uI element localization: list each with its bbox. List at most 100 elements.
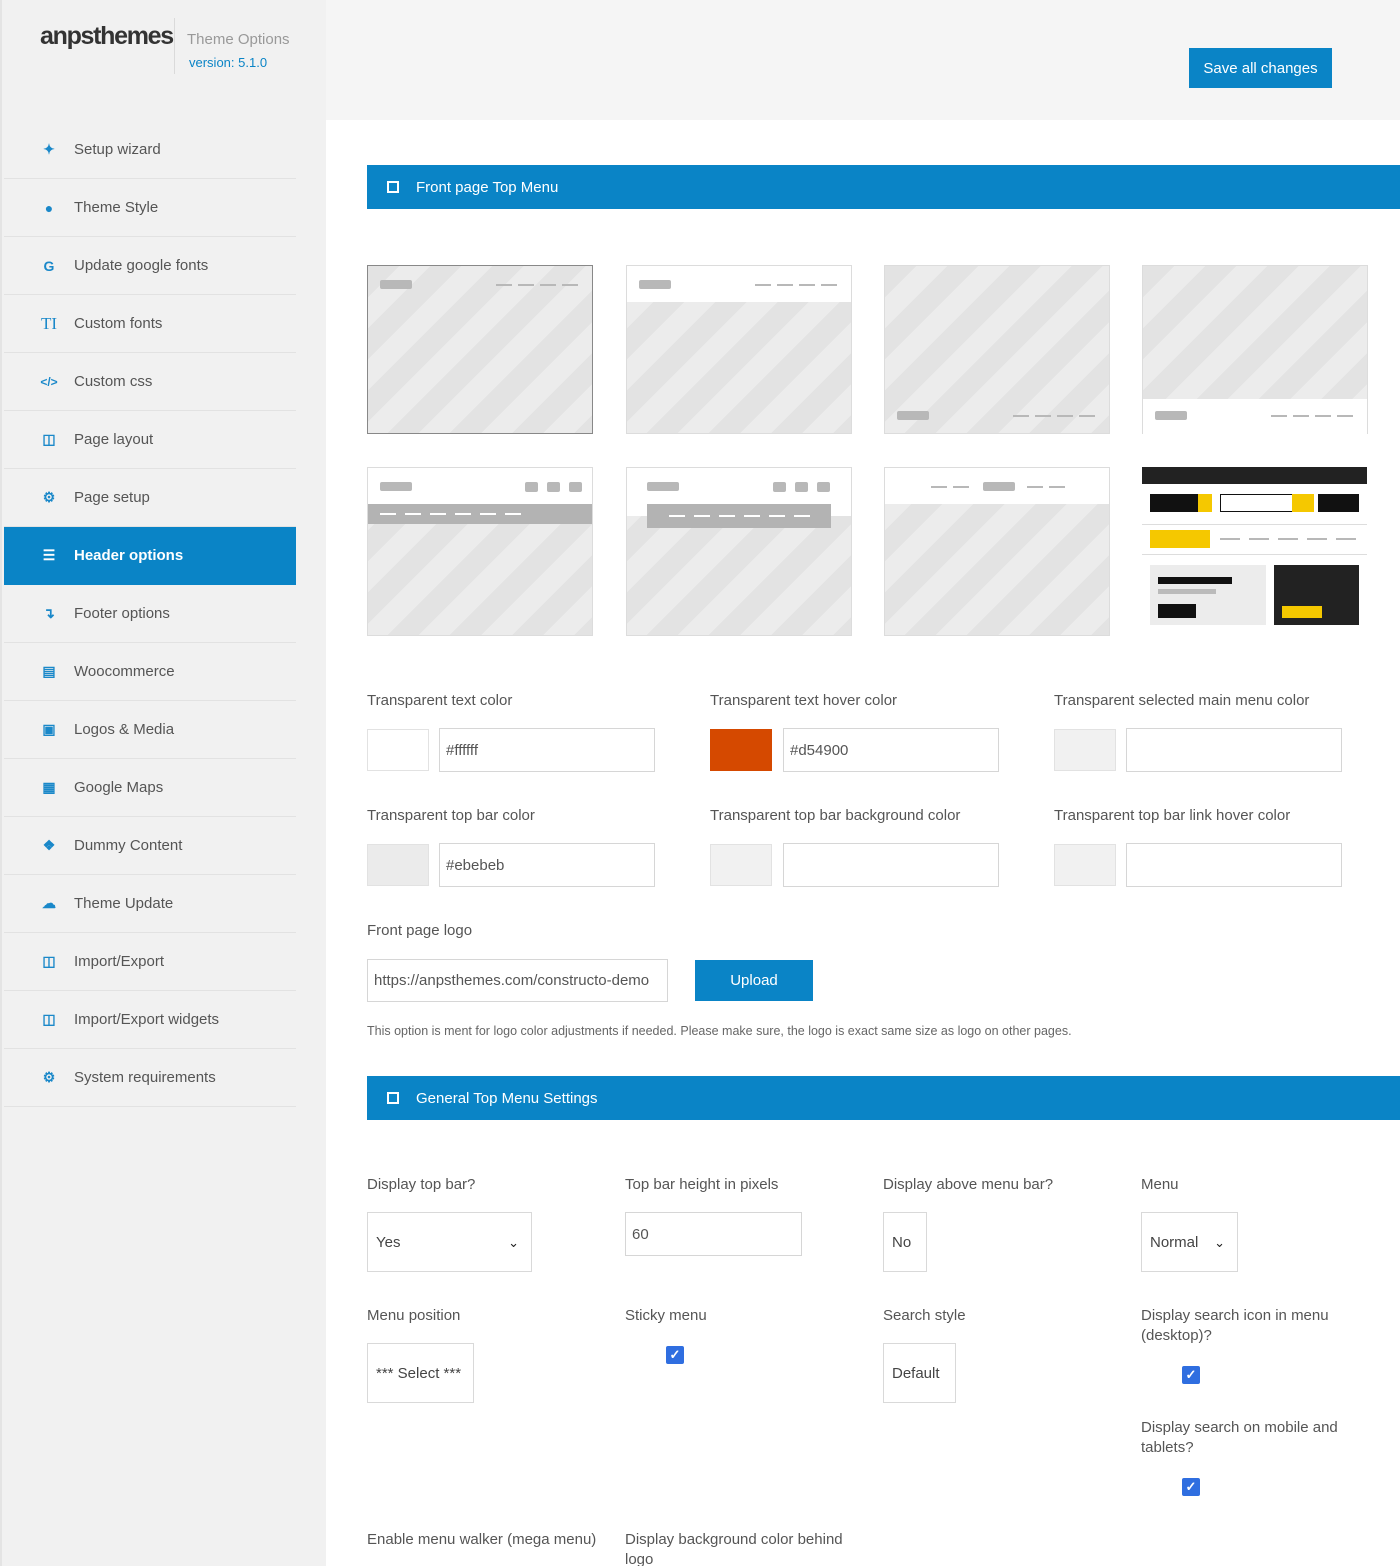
save-all-changes-button[interactable]: Save all changes: [1189, 48, 1332, 88]
dropbox-icon: ❖: [42, 837, 56, 853]
search-icon-desktop-checkbox[interactable]: ✓: [1182, 1366, 1200, 1384]
code-icon: </>: [40, 374, 58, 389]
header-layout-option-3[interactable]: [884, 265, 1110, 434]
select-value: *** Select ***: [376, 1364, 462, 1382]
sidebar-item-logos-media[interactable]: ▣ Logos & Media: [4, 701, 296, 759]
sidebar-item-update-google-fonts[interactable]: G Update google fonts: [4, 237, 296, 295]
sidebar-item-label: Dummy Content: [74, 837, 183, 854]
sidebar-item-label: System requirements: [74, 1069, 216, 1086]
transparent-text-color-label: Transparent text color: [367, 692, 513, 709]
sidebar-item-label: Import/Export: [74, 953, 165, 970]
sidebar-item-import-export[interactable]: ◫ Import/Export: [4, 933, 296, 991]
search-style-select[interactable]: Default: [883, 1343, 956, 1403]
map-icon: ▦: [42, 779, 56, 795]
sidebar-item-page-layout[interactable]: ◫ Page layout: [4, 411, 296, 469]
sidebar: anpsthemes Theme Options version: 5.1.0 …: [0, 0, 326, 1566]
sidebar-item-header-options[interactable]: ☰ Header options: [4, 527, 296, 585]
transparent-selected-menu-color-input[interactable]: [1126, 728, 1342, 772]
section-title: Front page Top Menu: [416, 178, 559, 196]
menu-select[interactable]: Normal ⌄: [1141, 1212, 1238, 1272]
display-above-menu-label: Display above menu bar?: [883, 1176, 1054, 1193]
header-layout-option-8[interactable]: [1142, 467, 1368, 636]
sticky-menu-checkbox[interactable]: ✓: [666, 1346, 684, 1364]
header-layout-option-2[interactable]: [626, 265, 852, 434]
file-code-icon: ◫: [42, 953, 56, 969]
sidebar-item-label: Update google fonts: [74, 257, 209, 274]
menu-bars-icon: ☰: [42, 547, 56, 563]
front-page-logo-label: Front page logo: [367, 922, 473, 939]
sidebar-item-label: Theme Update: [74, 895, 174, 912]
front-page-logo-note: This option is ment for logo color adjus…: [367, 1024, 1072, 1038]
transparent-text-hover-color-input[interactable]: [783, 728, 999, 772]
sidebar-item-label: Custom fonts: [74, 315, 163, 332]
sidebar-item-label: Page setup: [74, 489, 150, 506]
sidebar-item-label: Footer options: [74, 605, 170, 622]
transparent-top-bar-color-swatch[interactable]: [367, 844, 429, 886]
transparent-top-bar-color-input[interactable]: [439, 843, 655, 887]
sidebar-item-page-setup[interactable]: ⚙ Page setup: [4, 469, 296, 527]
transparent-text-color-input[interactable]: [439, 728, 655, 772]
brand-logo: anpsthemes: [40, 22, 174, 50]
transparent-selected-menu-color-swatch[interactable]: [1054, 729, 1116, 771]
search-mobile-checkbox[interactable]: ✓: [1182, 1478, 1200, 1496]
sidebar-item-footer-options[interactable]: ↴ Footer options: [4, 585, 296, 643]
chevron-down-icon: ⌄: [1214, 1235, 1225, 1250]
typography-icon: TI: [40, 313, 58, 333]
transparent-text-hover-color-swatch[interactable]: [710, 729, 772, 771]
display-above-menu-select[interactable]: No: [883, 1212, 927, 1272]
transparent-top-bar-link-hover-input[interactable]: [1126, 843, 1342, 887]
mega-menu-label: Enable menu walker (mega menu): [367, 1531, 597, 1548]
header-layout-option-5[interactable]: [367, 467, 593, 636]
transparent-text-color-swatch[interactable]: [367, 729, 429, 771]
section-header-general-top-menu-settings[interactable]: General Top Menu Settings: [367, 1076, 1400, 1120]
magic-wand-icon: ✦: [43, 141, 55, 157]
transparent-top-bar-bg-color-input[interactable]: [783, 843, 999, 887]
transparent-text-hover-color-label: Transparent text hover color: [710, 692, 898, 709]
sidebar-item-label: Page layout: [74, 431, 154, 448]
front-page-logo-url-input[interactable]: [367, 959, 668, 1002]
droplet-icon: ●: [44, 199, 54, 216]
sidebar-item-label: Header options: [74, 547, 184, 564]
top-bar-height-input[interactable]: [625, 1212, 802, 1256]
menu-position-label: Menu position: [367, 1307, 461, 1324]
gear-icon: ⚙: [42, 489, 56, 505]
transparent-top-bar-bg-color-swatch[interactable]: [710, 844, 772, 886]
menu-position-select[interactable]: *** Select ***: [367, 1343, 474, 1403]
sidebar-item-label: Import/Export widgets: [74, 1011, 220, 1028]
header-layout-option-1[interactable]: [367, 265, 593, 434]
sidebar-item-theme-update[interactable]: ☁ Theme Update: [4, 875, 296, 933]
header-layout-option-7[interactable]: [884, 467, 1110, 636]
transparent-top-bar-color-label: Transparent top bar color: [367, 807, 535, 824]
sidebar-item-label: Custom css: [74, 373, 153, 390]
file-code-icon: ◫: [42, 1011, 56, 1027]
sidebar-item-google-maps[interactable]: ▦ Google Maps: [4, 759, 296, 817]
sidebar-item-theme-style[interactable]: ● Theme Style: [4, 179, 296, 237]
display-top-bar-select[interactable]: Yes ⌄: [367, 1212, 532, 1272]
sidebar-item-label: Google Maps: [74, 779, 164, 796]
bg-behind-logo-label: Display background color behind logo: [625, 1531, 843, 1566]
section-header-front-page-top-menu[interactable]: Front page Top Menu: [367, 165, 1400, 209]
sidebar-item-label: Theme Style: [74, 199, 159, 216]
collapse-square-icon: [387, 181, 399, 193]
header-layout-option-6[interactable]: [626, 467, 852, 636]
upload-logo-button[interactable]: Upload: [695, 960, 813, 1001]
search-icon-desktop-label: Display search icon in menu (desktop)?: [1141, 1307, 1329, 1344]
chevron-down-icon: ⌄: [508, 1235, 519, 1250]
sidebar-item-dummy-content[interactable]: ❖ Dummy Content: [4, 817, 296, 875]
sidebar-item-woocommerce[interactable]: ▤ Woocommerce: [4, 643, 296, 701]
brand-divider: [174, 18, 175, 74]
search-mobile-label: Display search on mobile and tablets?: [1141, 1419, 1338, 1456]
transparent-selected-menu-color-label: Transparent selected main menu color: [1054, 692, 1310, 709]
top-bar-height-label: Top bar height in pixels: [625, 1176, 779, 1193]
sidebar-item-custom-css[interactable]: </> Custom css: [4, 353, 296, 411]
select-value: Normal: [1150, 1233, 1199, 1251]
cloud-download-icon: ☁: [42, 895, 56, 911]
header-layout-option-4[interactable]: [1142, 265, 1368, 435]
sidebar-item-import-export-widgets[interactable]: ◫ Import/Export widgets: [4, 991, 296, 1049]
sidebar-item-custom-fonts[interactable]: TI Custom fonts: [4, 295, 296, 353]
sidebar-item-label: Woocommerce: [74, 663, 175, 680]
sidebar-item-setup-wizard[interactable]: ✦ Setup wizard: [4, 121, 296, 179]
transparent-top-bar-bg-color-label: Transparent top bar background color: [710, 807, 961, 824]
sidebar-item-system-requirements[interactable]: ⚙ System requirements: [4, 1049, 296, 1107]
transparent-top-bar-link-hover-swatch[interactable]: [1054, 844, 1116, 886]
